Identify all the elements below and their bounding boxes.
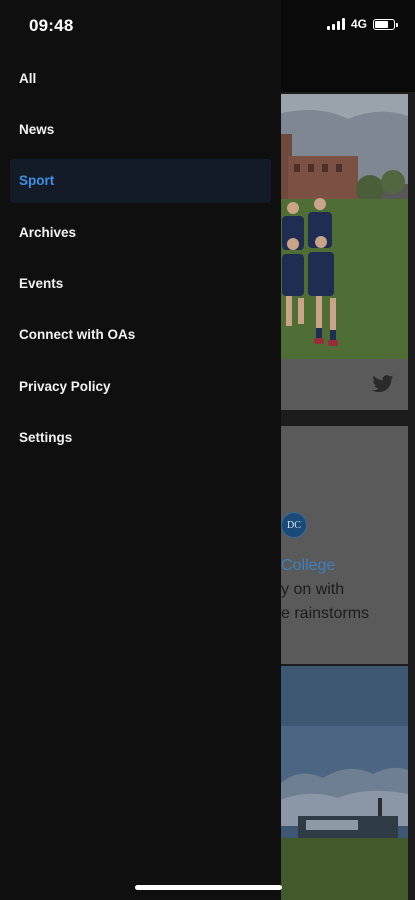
- status-icons: 4G: [326, 17, 398, 31]
- drawer-item-label: Privacy Policy: [19, 378, 111, 394]
- sky-landscape-photo: [278, 666, 408, 900]
- status-bar: 09:48 4G: [0, 0, 415, 50]
- navigation-drawer: All News Sport Archives Events Connect with O…: [0, 0, 281, 900]
- rugby-team-photo: [278, 94, 408, 359]
- college-logo: DC: [281, 512, 307, 538]
- drawer-item-label: News: [19, 121, 55, 137]
- drawer-item-events[interactable]: Events: [10, 262, 271, 306]
- drawer-item-settings[interactable]: Settings: [10, 416, 271, 460]
- battery-icon: [373, 18, 398, 30]
- home-indicator[interactable]: [135, 885, 282, 890]
- drawer-item-privacy-policy[interactable]: Privacy Policy: [10, 364, 271, 408]
- drawer-item-label: Connect with OAs: [19, 327, 136, 343]
- drawer-menu: All News Sport Archives Events Connect with O…: [10, 56, 271, 467]
- feed-card-college-post[interactable]: DC College y on with e rainstorms: [278, 426, 408, 664]
- post-text-line: y on with: [281, 581, 345, 598]
- drawer-item-connect-with-oas[interactable]: Connect with OAs: [10, 313, 271, 357]
- post-text-line: e rainstorms: [281, 605, 370, 622]
- drawer-item-label: Archives: [19, 224, 77, 240]
- twitter-icon: [372, 375, 394, 398]
- feed-card-sport-photo[interactable]: [278, 94, 408, 410]
- clock: 09:48: [29, 16, 74, 35]
- drawer-item-news[interactable]: News: [10, 107, 271, 151]
- post-author[interactable]: College: [281, 557, 335, 575]
- drawer-item-label: Settings: [19, 430, 73, 446]
- drawer-item-archives[interactable]: Archives: [10, 210, 271, 254]
- drawer-item-label: All: [19, 70, 37, 86]
- cell-signal-icon: [326, 18, 345, 30]
- card-footer: [278, 359, 408, 410]
- drawer-item-label: Sport: [19, 173, 55, 189]
- drawer-item-label: Events: [19, 276, 64, 292]
- drawer-item-sport[interactable]: Sport: [10, 158, 271, 203]
- drawer-item-all[interactable]: All: [10, 56, 271, 100]
- network-type: 4G: [350, 17, 367, 31]
